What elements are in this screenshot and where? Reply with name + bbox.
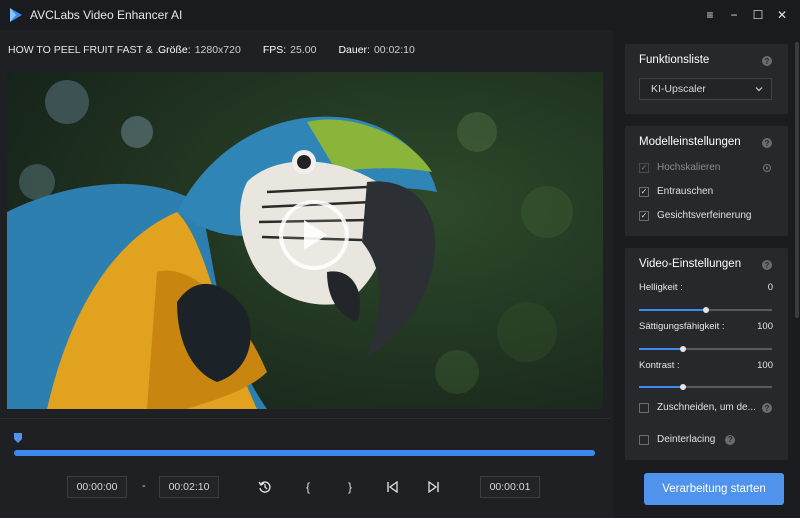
video-title: HOW TO PEEL FRUIT FAST & ... <box>8 44 158 56</box>
minimize-button[interactable]: − <box>722 3 746 27</box>
help-icon[interactable]: ? <box>762 403 772 413</box>
deinterlace-label: Deinterlacing <box>657 434 716 445</box>
mark-out-button[interactable]: } <box>340 478 360 496</box>
help-icon[interactable]: ? <box>725 434 736 445</box>
saturation-slider-knob[interactable] <box>679 346 686 352</box>
size-value: 1280x720 <box>194 44 241 56</box>
brightness-slider[interactable] <box>639 307 772 313</box>
maximize-button[interactable]: ☐ <box>746 3 770 27</box>
start-time-field[interactable]: 00:00:00 <box>67 476 127 498</box>
help-icon[interactable]: ? <box>762 56 772 66</box>
function-list-card: Funktionsliste ? KI-Upscaler <box>625 44 788 114</box>
app-logo-icon <box>10 8 22 22</box>
model-settings-title: Modelleinstellungen <box>639 136 741 148</box>
mark-in-button[interactable]: { <box>298 478 318 496</box>
app-title: AVCLabs Video Enhancer AI <box>30 8 183 22</box>
function-select[interactable]: KI-Upscaler <box>639 78 772 100</box>
saturation-value: 100 <box>757 321 773 332</box>
function-select-value: KI-Upscaler <box>651 83 706 95</box>
saturation-slider[interactable] <box>639 346 772 352</box>
help-icon[interactable]: ? <box>762 138 772 148</box>
denoise-checkbox[interactable]: ✓ Entrauschen <box>639 186 713 197</box>
crop-checkbox[interactable]: Zuschneiden, um de... <box>639 402 756 413</box>
brightness-slider-knob[interactable] <box>702 307 709 313</box>
fps-value: 25.00 <box>290 44 317 56</box>
contrast-slider-knob[interactable] <box>679 384 686 390</box>
size-label: Größe: <box>158 44 191 56</box>
mark-out-icon: } <box>347 480 352 494</box>
checkmark-icon: ✓ <box>639 186 649 197</box>
divider <box>0 418 610 419</box>
menu-icon: ≡ <box>706 8 714 22</box>
checkmark-icon: ✓ <box>639 210 649 221</box>
checkbox-box <box>639 434 649 445</box>
end-time-field[interactable]: 00:02:10 <box>159 476 219 498</box>
contrast-slider[interactable] <box>639 384 772 390</box>
current-time-field[interactable]: 00:00:01 <box>480 476 540 498</box>
duration-value: 00:02:10 <box>373 44 415 56</box>
start-processing-button[interactable]: Verarbeitung starten <box>644 473 784 505</box>
timeline-progress <box>14 450 595 456</box>
history-button[interactable] <box>255 478 275 496</box>
history-icon <box>258 481 271 493</box>
close-icon: ✕ <box>776 8 788 22</box>
brightness-label: Helligkeit : <box>639 282 683 293</box>
video-info-bar: HOW TO PEEL FRUIT FAST & ... Größe: 1280… <box>0 30 610 70</box>
video-settings-title: Video-Einstellungen <box>639 258 742 270</box>
contrast-value: 100 <box>757 360 773 371</box>
timeline-bar[interactable] <box>14 450 595 456</box>
skip-end-button[interactable] <box>424 478 444 496</box>
chevron-down-icon <box>755 87 763 92</box>
contrast-label: Kontrast : <box>639 360 680 371</box>
brightness-value: 0 <box>767 282 773 293</box>
duration-label: Dauer: <box>338 44 370 56</box>
denoise-label: Entrauschen <box>657 186 714 197</box>
settings-panel: Funktionsliste ? KI-Upscaler Modelleinst… <box>613 30 800 518</box>
saturation-slider-fill <box>639 348 683 350</box>
fps-label: FPS: <box>262 44 287 56</box>
video-settings-card: Video-Einstellungen ? Helligkeit : 0 Sät… <box>625 248 788 460</box>
panel-scrollbar[interactable] <box>795 42 799 318</box>
play-icon <box>304 220 327 250</box>
menu-button[interactable]: ≡ <box>698 3 722 27</box>
face-refine-label: Gesichtsverfeinerung <box>657 210 752 221</box>
play-button[interactable] <box>279 200 349 270</box>
contrast-slider-fill <box>639 386 683 388</box>
checkbox-box <box>639 402 649 413</box>
minimize-icon: − <box>730 8 738 22</box>
video-preview[interactable] <box>7 72 603 409</box>
skip-end-icon <box>428 481 439 493</box>
title-bar: AVCLabs Video Enhancer AI ≡ − ☐ ✕ <box>0 0 800 30</box>
upscale-checkbox: ✓ Hochskalieren <box>639 162 720 173</box>
mark-in-icon: { <box>305 480 310 494</box>
maximize-icon: ☐ <box>752 8 764 22</box>
help-icon[interactable]: ? <box>762 260 772 270</box>
brightness-slider-fill <box>639 309 706 311</box>
playhead-marker-icon[interactable] <box>14 433 22 443</box>
function-list-title: Funktionsliste <box>639 54 710 66</box>
model-settings-card: Modelleinstellungen ? ✓ Hochskalieren ✓ … <box>625 126 788 236</box>
saturation-label: Sättigungsfähigkeit : <box>639 321 725 332</box>
upscale-label: Hochskalieren <box>657 162 721 173</box>
time-separator: - <box>142 480 146 492</box>
skip-start-button[interactable] <box>382 478 402 496</box>
close-button[interactable]: ✕ <box>770 3 794 27</box>
deinterlace-checkbox[interactable]: Deinterlacing ? <box>639 434 736 445</box>
settings-gear-icon[interactable] <box>762 163 772 173</box>
checkmark-icon: ✓ <box>639 162 649 173</box>
skip-start-icon <box>387 481 398 493</box>
face-refine-checkbox[interactable]: ✓ Gesichtsverfeinerung <box>639 210 752 221</box>
crop-label: Zuschneiden, um de... <box>657 402 756 413</box>
